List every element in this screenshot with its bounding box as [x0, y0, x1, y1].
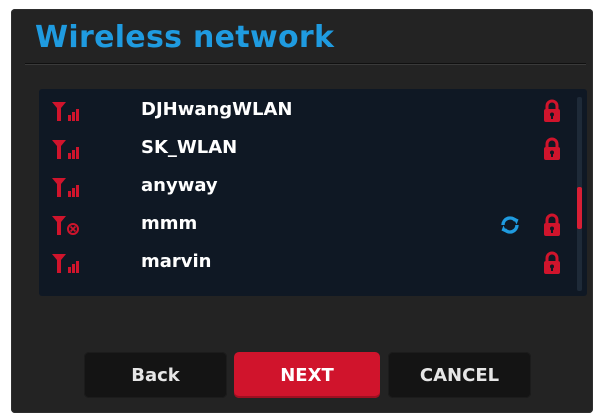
- cancel-button[interactable]: CANCEL: [388, 352, 531, 398]
- network-row[interactable]: DJHwangWLAN: [39, 91, 569, 129]
- title-divider: [25, 63, 586, 65]
- lock-icon: [544, 99, 560, 122]
- network-row[interactable]: marvin: [39, 243, 569, 281]
- lock-icon: [544, 213, 560, 236]
- network-list: DJHwangWLAN SK_WLAN anyway mmm marvin: [39, 89, 587, 296]
- network-ssid: DJHwangWLAN: [141, 99, 293, 120]
- wifi-signal-strong-icon: [52, 140, 79, 159]
- network-row[interactable]: anyway: [39, 167, 569, 205]
- network-row[interactable]: SK_WLAN: [39, 129, 569, 167]
- wifi-signal-strong-icon: [52, 254, 79, 273]
- network-ssid: mmm: [141, 213, 198, 234]
- next-button[interactable]: NEXT: [234, 352, 380, 398]
- lock-icon: [544, 137, 560, 160]
- scrollbar-thumb[interactable]: [577, 187, 582, 229]
- wifi-signal-strong-icon: [52, 178, 79, 197]
- network-ssid: SK_WLAN: [141, 137, 238, 158]
- dialog-title: Wireless network: [35, 20, 335, 55]
- wireless-network-dialog: Wireless network DJHwangWLAN SK_WLAN any…: [11, 9, 593, 413]
- network-ssid: marvin: [141, 251, 212, 272]
- back-button[interactable]: Back: [84, 352, 227, 398]
- list-scrollbar[interactable]: [577, 97, 582, 291]
- network-ssid: anyway: [141, 175, 218, 196]
- refresh-icon[interactable]: [499, 214, 521, 236]
- network-row[interactable]: mmm: [39, 205, 569, 243]
- wifi-signal-error-icon: [52, 216, 79, 235]
- lock-icon: [544, 251, 560, 274]
- wifi-signal-strong-icon: [52, 102, 79, 121]
